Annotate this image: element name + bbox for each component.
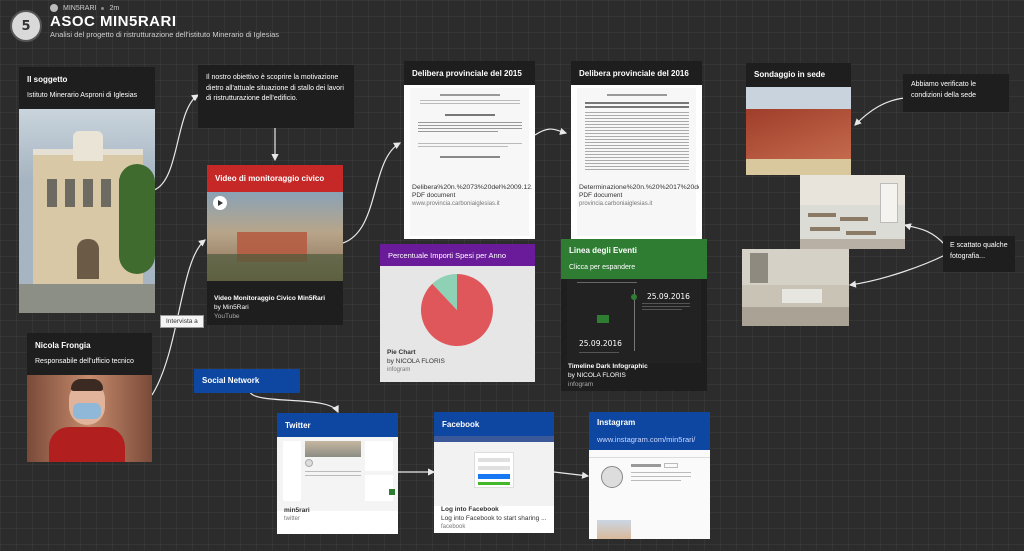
board-subtitle: Analisi del progetto di ristrutturazione…	[50, 30, 280, 39]
twitter-card[interactable]: Twitter min5rari twitter	[277, 413, 398, 534]
eventi-header: Linea degli Eventi	[569, 246, 638, 255]
soggetto-photo[interactable]	[19, 109, 155, 313]
soggetto-card[interactable]: Il soggetto Istituto Minerario Asproni d…	[19, 67, 155, 109]
board-time: 2m	[109, 4, 120, 12]
eventi-date-2: 25.09.2016	[579, 339, 622, 348]
connector-video-delibera2015	[342, 142, 402, 244]
nicola-text: Responsabile dell'ufficio tecnico	[35, 358, 134, 365]
connector-social-twitter	[249, 391, 339, 414]
video-title: Video Monitoraggio Civico Min5Rari	[214, 295, 326, 302]
nicola-card[interactable]: Nicola Frongia Responsabile dell'ufficio…	[27, 333, 152, 375]
percentuale-title: Pie Chart	[387, 349, 416, 356]
sondaggio-photo-2[interactable]	[800, 175, 905, 249]
delibera-2016-preview	[577, 88, 696, 236]
delibera-2016-card[interactable]: Delibera provinciale del 2016 Determinaz…	[571, 61, 702, 239]
percentuale-card[interactable]: Percentuale Importi Spesi per Anno Pie C…	[380, 244, 535, 382]
eventi-date-1: 25.09.2016	[647, 292, 690, 301]
separator-dot	[101, 6, 105, 10]
twitter-header: Twitter	[277, 413, 398, 437]
instagram-header: Instagram	[597, 418, 636, 427]
eventi-source: infogram	[568, 380, 594, 388]
delibera-2016-file: Determinazione%20n.%20%2017%20del...	[579, 184, 699, 191]
facebook-preview	[434, 436, 554, 506]
connector-soggetto-obiettivo	[153, 94, 200, 191]
video-source: YouTube	[214, 312, 240, 320]
instagram-url[interactable]: www.instagram.com/min5rari/	[597, 435, 702, 444]
delibera-2015-title: Delibera provinciale del 2015	[404, 61, 535, 85]
facebook-source: facebook	[441, 523, 466, 530]
nicola-photo[interactable]	[27, 375, 152, 462]
delibera-2015-url[interactable]: www.provincia.carboniaiglesias.it	[412, 201, 532, 207]
board-user[interactable]: MIN5RARI	[63, 5, 96, 12]
instagram-header-block: Instagram www.instagram.com/min5rari/	[589, 412, 710, 450]
delibera-2015-file: Delibera%20n.%2073%20del%2009.12...	[412, 184, 532, 191]
user-icon	[50, 4, 58, 12]
video-thumbnail[interactable]	[207, 192, 343, 281]
connector-facebook-instagram	[553, 471, 590, 479]
board-title: ASOC MIN5RARI	[50, 13, 177, 30]
delibera-2015-type: PDF document	[412, 192, 456, 200]
twitter-preview	[277, 437, 398, 511]
sondaggio-photo-1[interactable]	[746, 87, 851, 175]
delibera-2016-url[interactable]: provincia.carboniaiglesias.it	[579, 201, 699, 207]
delibera-2015-card[interactable]: Delibera provinciale del 2015 Delibera%2…	[404, 61, 535, 239]
verificato-note[interactable]: Abbiamo verificato le condizioni della s…	[903, 74, 1009, 112]
connector-delibera2015-2016	[534, 127, 568, 136]
video-header: Video di monitoraggio civico	[207, 165, 343, 192]
eventi-header-block: Linea degli Eventi Clicca per espandere	[561, 239, 707, 279]
percentuale-header: Percentuale Importi Spesi per Anno	[380, 244, 535, 266]
soggetto-text: Istituto Minerario Asproni di Iglesias	[27, 92, 138, 99]
obiettivo-note[interactable]: Il nostro obiettivo è scoprire la motiva…	[198, 65, 354, 128]
percentuale-source: infogram	[387, 366, 411, 373]
connector-scattato-photo	[903, 223, 946, 246]
facebook-title: Log into Facebook	[441, 506, 499, 513]
board-meta: MIN5RARI 2m	[50, 4, 119, 12]
sondaggio-title[interactable]: Sondaggio in sede	[746, 63, 851, 87]
delibera-2016-type: PDF document	[579, 192, 623, 200]
twitter-title: min5rari	[284, 507, 310, 514]
delibera-2015-preview	[410, 88, 529, 236]
sondaggio-photo-3[interactable]	[742, 249, 849, 326]
video-card[interactable]: Video di monitoraggio civico Video Monit…	[207, 165, 343, 325]
facebook-desc: Log into Facebook to start sharing ...	[441, 514, 547, 522]
percentuale-author: by NICOLA FLORIS	[387, 357, 445, 365]
eventi-card[interactable]: Linea degli Eventi Clicca per espandere …	[561, 239, 707, 391]
social-network-label[interactable]: Social Network	[194, 369, 300, 393]
facebook-header: Facebook	[434, 412, 554, 436]
intervista-label: Intervista a	[160, 315, 204, 328]
instagram-preview	[589, 450, 710, 539]
play-icon[interactable]	[213, 196, 227, 210]
eventi-author: by NICOLA FLORIS	[568, 371, 626, 379]
eventi-timeline-preview: 25.09.2016 25.09.2016	[567, 279, 701, 363]
nicola-title: Nicola Frongia	[35, 341, 91, 350]
connector-scattato-photo2	[848, 254, 946, 288]
instagram-card[interactable]: Instagram www.instagram.com/min5rari/	[589, 412, 710, 539]
board-avatar[interactable]: 5	[10, 10, 42, 42]
connector-verificato-sondaggio	[854, 97, 906, 126]
eventi-title: Timeline Dark Infographic	[568, 363, 648, 370]
delibera-2016-title: Delibera provinciale del 2016	[571, 61, 702, 85]
twitter-source: twitter	[284, 515, 301, 522]
facebook-card[interactable]: Facebook Log into Facebook Log into Face…	[434, 412, 554, 533]
video-author: by Min5Rari	[214, 303, 249, 311]
eventi-sub: Clicca per espandere	[569, 264, 636, 271]
soggetto-title: Il soggetto	[27, 75, 68, 84]
scattato-note[interactable]: E scattato qualche fotografia...	[943, 236, 1015, 272]
pie-chart[interactable]	[380, 266, 535, 346]
